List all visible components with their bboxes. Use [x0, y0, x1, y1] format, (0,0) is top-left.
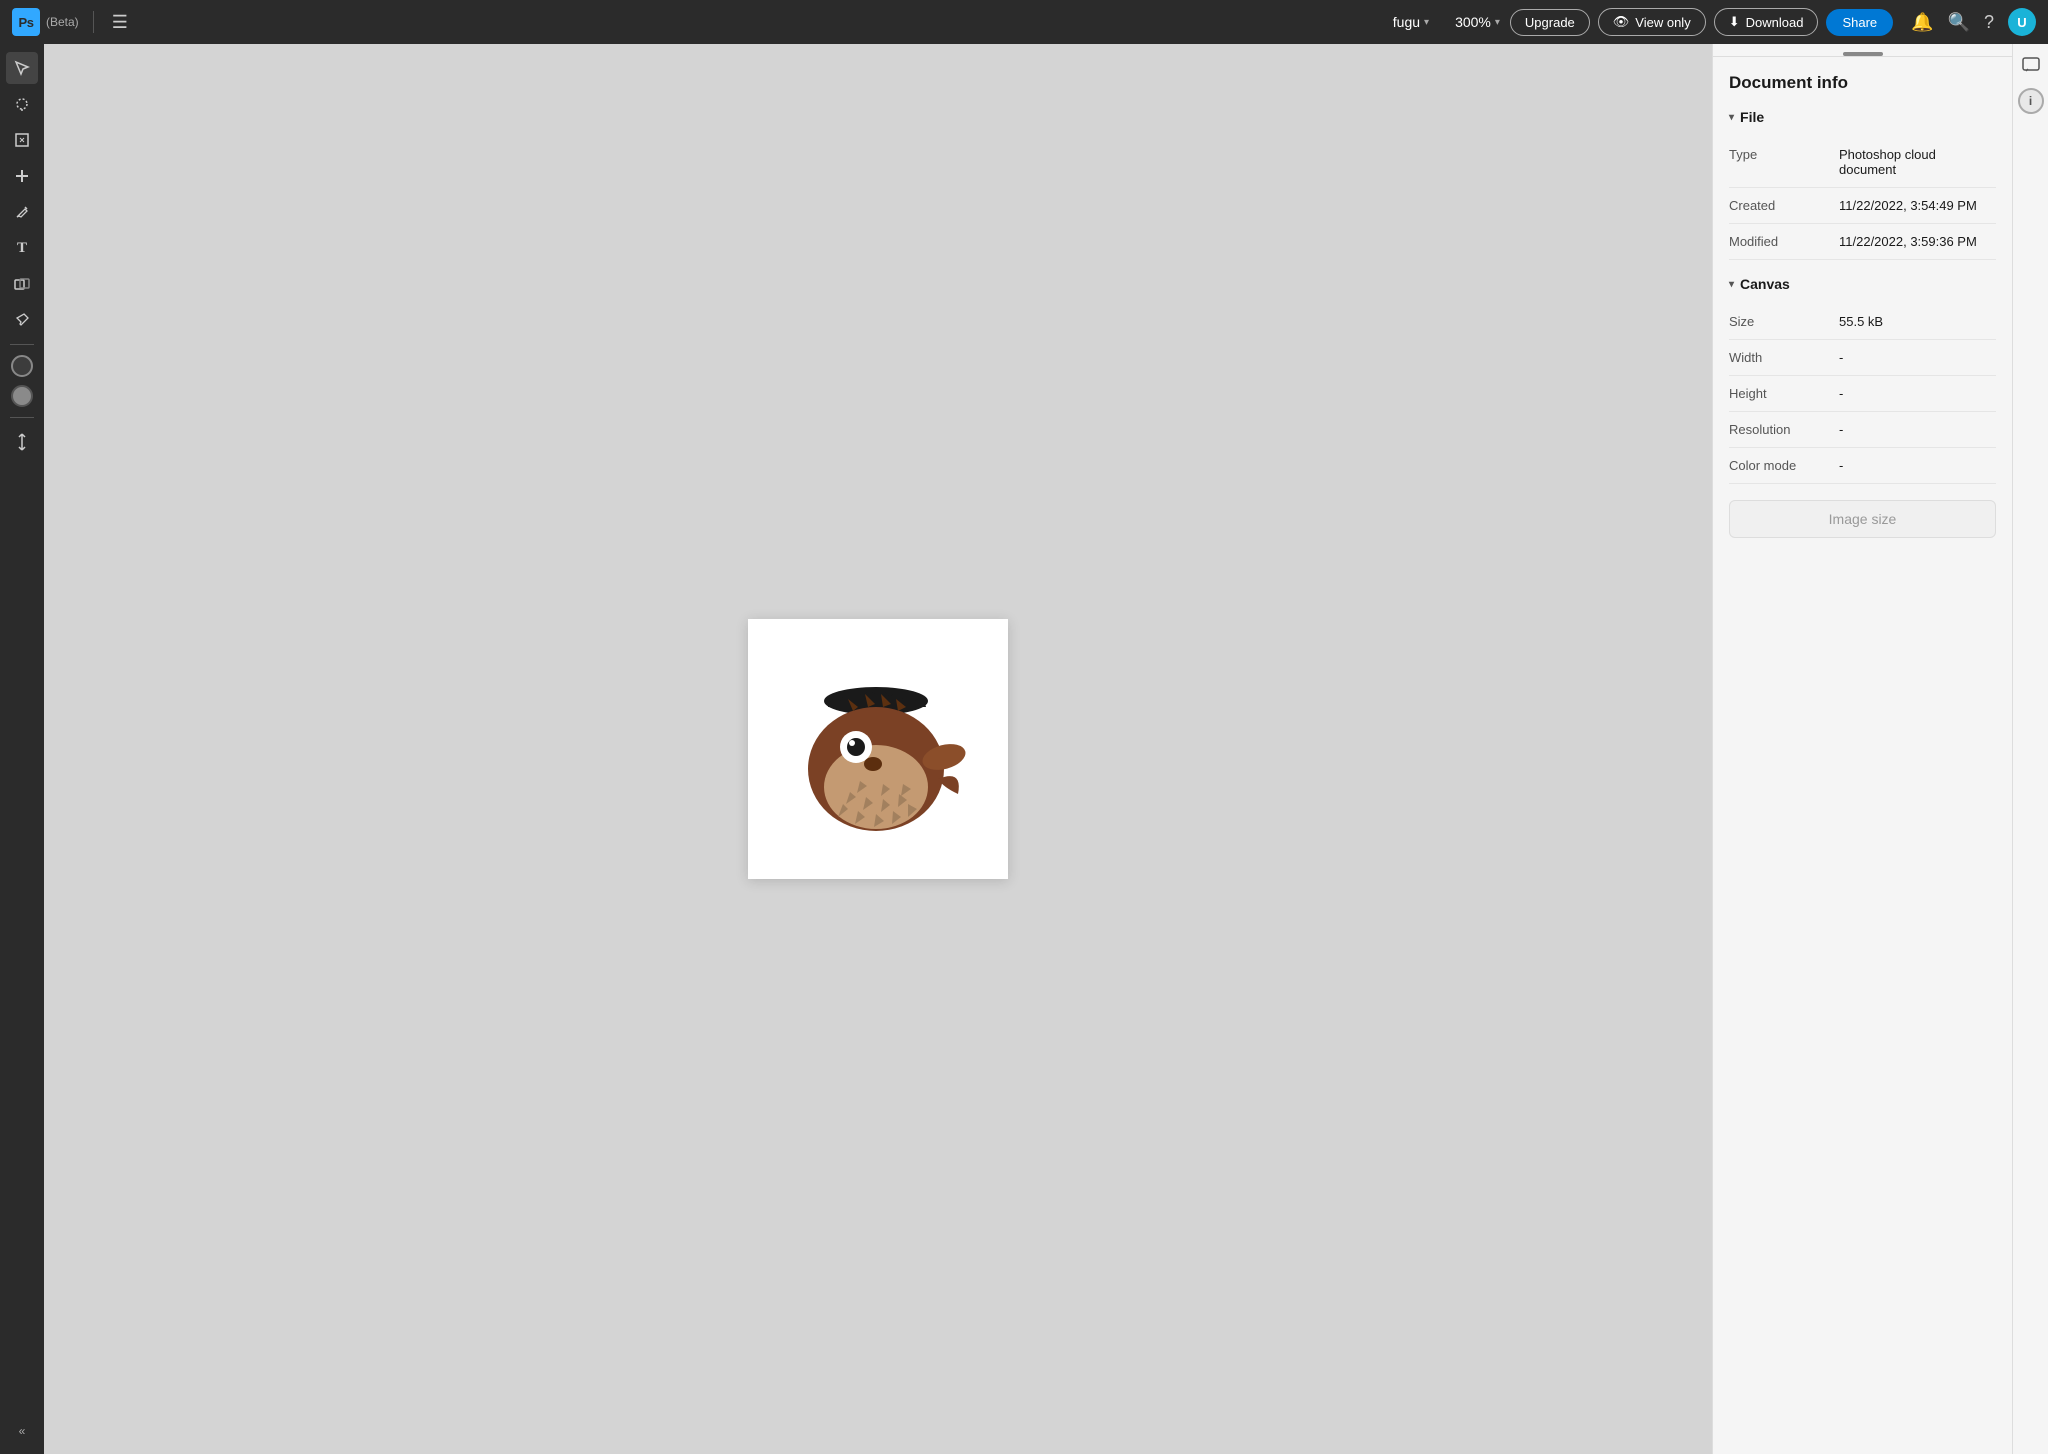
panel-title: Document info	[1729, 73, 1996, 93]
color-mode-row: Color mode -	[1729, 448, 1996, 484]
image-size-button[interactable]: Image size	[1729, 500, 1996, 538]
upgrade-button[interactable]: Upgrade	[1510, 9, 1590, 36]
doc-chevron-icon: ▾	[1424, 17, 1429, 28]
ps-logo-icon: Ps	[12, 8, 40, 36]
color-mode-value: -	[1839, 458, 1996, 473]
left-toolbar: T «	[0, 44, 44, 1454]
brush-tool[interactable]	[6, 196, 38, 228]
beta-label: (Beta)	[46, 15, 79, 29]
view-only-label: View only	[1635, 15, 1690, 30]
panel-content: Document info ▾ File Type Photoshop clou…	[1713, 57, 2012, 1454]
size-row: Size 55.5 kB	[1729, 304, 1996, 340]
resolution-value: -	[1839, 422, 1996, 437]
panel-tab-bar	[1713, 44, 2012, 57]
created-row: Created 11/22/2022, 3:54:49 PM	[1729, 188, 1996, 224]
width-label: Width	[1729, 350, 1839, 365]
zoom-control[interactable]: 300% ▾	[1455, 14, 1500, 30]
size-value: 55.5 kB	[1839, 314, 1996, 329]
resolution-label: Resolution	[1729, 422, 1839, 437]
size-label: Size	[1729, 314, 1839, 329]
created-label: Created	[1729, 198, 1839, 213]
canvas-area	[44, 44, 1712, 1454]
topbar-right: Upgrade 👁 View only ⬇ Download Share	[1510, 8, 1893, 36]
canvas-section-header[interactable]: ▾ Canvas	[1729, 276, 1996, 292]
app-logo: Ps (Beta)	[12, 8, 79, 36]
search-icon[interactable]: 🔍	[1948, 12, 1970, 33]
file-section-header[interactable]: ▾ File	[1729, 109, 1996, 125]
height-label: Height	[1729, 386, 1839, 401]
comment-icon[interactable]	[2017, 52, 2045, 80]
topbar: Ps (Beta) ☰ fugu ▾ 300% ▾ Upgrade 👁 View…	[0, 0, 2048, 44]
download-button[interactable]: ⬇ Download	[1714, 8, 1819, 36]
far-right-panel: i	[2012, 44, 2048, 1454]
hamburger-menu[interactable]: ☰	[108, 8, 132, 37]
width-row: Width -	[1729, 340, 1996, 376]
type-label: Type	[1729, 147, 1839, 162]
help-icon[interactable]: ?	[1984, 12, 1994, 33]
toolbar-divider	[10, 344, 34, 345]
heal-tool[interactable]	[6, 160, 38, 192]
toolbar-divider2	[10, 417, 34, 418]
info-icon[interactable]: i	[2018, 88, 2044, 114]
foreground-color[interactable]	[11, 355, 33, 377]
text-tool[interactable]: T	[6, 232, 38, 264]
zoom-chevron-icon: ▾	[1495, 17, 1500, 28]
lasso-tool[interactable]	[6, 88, 38, 120]
topbar-icons: 🔔 🔍 ? U	[1911, 8, 2036, 36]
user-avatar[interactable]: U	[2008, 8, 2036, 36]
type-row: Type Photoshop cloud document	[1729, 137, 1996, 188]
modified-row: Modified 11/22/2022, 3:59:36 PM	[1729, 224, 1996, 260]
background-color[interactable]	[11, 385, 33, 407]
canvas-section-label: Canvas	[1740, 276, 1790, 292]
canvas-chevron-icon: ▾	[1729, 279, 1734, 290]
transform-tool[interactable]	[6, 124, 38, 156]
doc-name: fugu	[1393, 14, 1420, 30]
topbar-divider	[93, 11, 94, 33]
file-chevron-icon: ▾	[1729, 112, 1734, 123]
share-button[interactable]: Share	[1826, 9, 1893, 36]
width-value: -	[1839, 350, 1996, 365]
fugu-illustration	[768, 639, 988, 859]
modified-label: Modified	[1729, 234, 1839, 249]
color-mode-label: Color mode	[1729, 458, 1839, 473]
height-row: Height -	[1729, 376, 1996, 412]
download-label: Download	[1746, 15, 1804, 30]
zoom-value: 300%	[1455, 14, 1491, 30]
notification-icon[interactable]: 🔔	[1911, 12, 1933, 33]
select-tool[interactable]	[6, 52, 38, 84]
resolution-row: Resolution -	[1729, 412, 1996, 448]
right-panel: Document info ▾ File Type Photoshop clou…	[1712, 44, 2012, 1454]
scroll-tool[interactable]	[6, 426, 38, 458]
shape-tool[interactable]	[6, 268, 38, 300]
main-area: T «	[0, 44, 2048, 1454]
fugu-image-container	[748, 619, 1008, 879]
eye-icon: 👁	[1613, 14, 1630, 30]
height-value: -	[1839, 386, 1996, 401]
type-value: Photoshop cloud document	[1839, 147, 1996, 177]
modified-value: 11/22/2022, 3:59:36 PM	[1839, 234, 1996, 249]
view-only-button[interactable]: 👁 View only	[1598, 8, 1706, 36]
download-arrow-icon: ⬇	[1729, 14, 1740, 30]
collapse-toolbar-button[interactable]: «	[19, 1416, 26, 1446]
panel-tab-indicator	[1843, 52, 1883, 56]
eyedropper-tool[interactable]	[6, 304, 38, 336]
file-section-label: File	[1740, 109, 1764, 125]
created-value: 11/22/2022, 3:54:49 PM	[1839, 198, 1996, 213]
doc-title[interactable]: fugu ▾	[1393, 14, 1429, 30]
